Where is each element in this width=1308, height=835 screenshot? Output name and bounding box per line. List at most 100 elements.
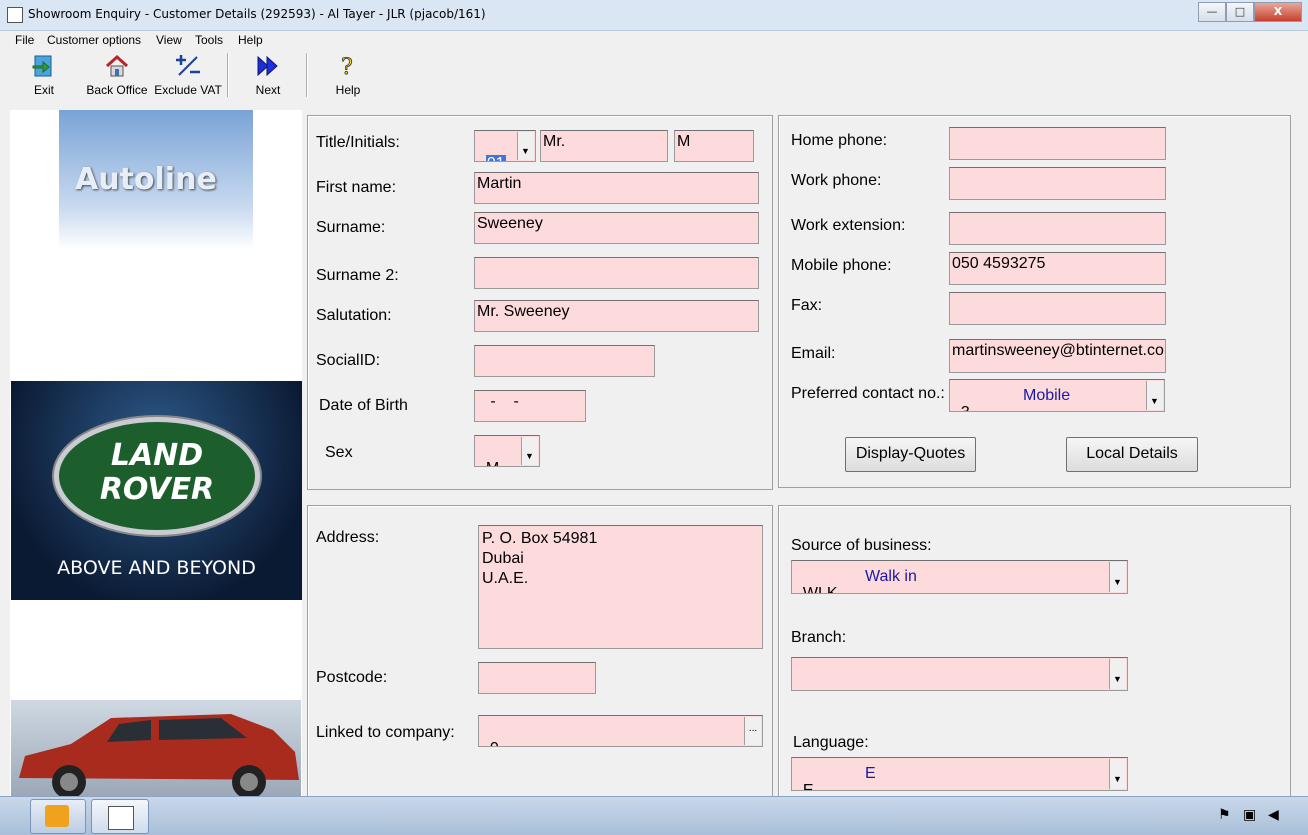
local-details-button[interactable]: Local Details — [1066, 437, 1198, 472]
dob-field[interactable]: - - — [474, 390, 586, 422]
surname2-label: Surname 2: — [316, 267, 399, 284]
work-extension-field[interactable] — [949, 212, 1166, 245]
work-extension-label: Work extension: — [791, 217, 906, 234]
land-rover-logo: LAND ROVER — [54, 417, 260, 535]
email-field[interactable]: martinsweeney@btinternet.com — [949, 339, 1166, 373]
land-rover-banner: LAND ROVER ABOVE AND BEYOND — [11, 381, 302, 600]
mobile-phone-field[interactable]: 050 4593275 — [949, 252, 1166, 285]
car-image — [11, 700, 301, 800]
work-phone-label: Work phone: — [791, 172, 882, 189]
first-name-label: First name: — [316, 179, 397, 196]
toolbar: Exit Back Office Exclude VAT Next ? Help — [0, 49, 1308, 101]
next-label: Next — [255, 83, 281, 97]
initials-field[interactable]: M — [674, 130, 754, 162]
menu-customer-options[interactable]: Customer options — [47, 33, 141, 47]
title-label: Title/Initials: — [316, 134, 400, 151]
surname-field[interactable]: Sweeney — [474, 212, 759, 244]
mobile-phone-label: Mobile phone: — [791, 257, 892, 274]
volume-icon[interactable]: ◀ — [1268, 807, 1279, 823]
exclude-vat-label: Exclude VAT — [154, 83, 222, 97]
title-field[interactable]: Mr. — [540, 130, 668, 162]
window-app-icon — [108, 806, 134, 830]
taskbar: ⚑ ▣ ◀ — [0, 796, 1308, 835]
title-bar: Showroom Enquiry - Customer Details (292… — [0, 0, 1308, 31]
language-select[interactable]: EE — [791, 757, 1128, 791]
menu-view[interactable]: View — [156, 33, 182, 47]
menu-file[interactable]: File — [15, 33, 34, 47]
address-line: P. O. Box 54981 — [482, 530, 598, 547]
menu-tools[interactable]: Tools — [195, 33, 223, 47]
work-phone-field[interactable] — [949, 167, 1166, 200]
outlook-icon — [45, 805, 69, 827]
social-id-field[interactable] — [474, 345, 655, 377]
chevron-down-icon[interactable] — [1109, 562, 1126, 593]
app-icon — [7, 7, 23, 23]
question-mark-icon: ? — [341, 55, 354, 79]
outlook-taskbar-button[interactable] — [30, 799, 86, 834]
sex-select[interactable]: M — [474, 435, 540, 467]
svg-text:?: ? — [341, 55, 353, 79]
sex-label: Sex — [325, 444, 353, 461]
email-label: Email: — [791, 345, 836, 362]
fast-forward-icon — [257, 55, 278, 77]
source-business-select[interactable]: WLK Walk in — [791, 560, 1128, 594]
tagline: ABOVE AND BEYOND — [57, 557, 256, 579]
showroom-taskbar-button[interactable] — [91, 799, 149, 834]
close-button[interactable]: X — [1254, 2, 1302, 22]
title-code-select[interactable]: 01 — [474, 130, 536, 162]
postcode-label: Postcode: — [316, 669, 388, 686]
chevron-down-icon[interactable] — [1109, 759, 1126, 790]
flag-icon[interactable]: ⚑ — [1218, 807, 1231, 823]
fax-field[interactable] — [949, 292, 1166, 325]
display-quotes-button[interactable]: Display-Quotes — [845, 437, 976, 472]
exit-button[interactable]: Exit — [26, 53, 62, 97]
menu-bar: File Customer options View Tools Help — [0, 31, 1308, 49]
address-textarea[interactable]: P. O. Box 54981 Dubai U.A.E. — [478, 525, 763, 649]
postcode-field[interactable] — [478, 662, 596, 694]
network-icon[interactable]: ▣ — [1243, 807, 1256, 823]
address-label: Address: — [316, 529, 380, 546]
back-office-label: Back Office — [86, 83, 148, 97]
plus-minus-icon — [176, 55, 200, 76]
preferred-contact-label: Preferred contact no.: — [791, 385, 945, 402]
linked-company-field[interactable]: 0 ... — [478, 715, 763, 747]
menu-help[interactable]: Help — [238, 33, 263, 47]
branch-select[interactable] — [791, 657, 1128, 691]
source-business-label: Source of business: — [791, 537, 932, 554]
help-label: Help — [335, 83, 361, 97]
preferred-contact-select[interactable]: 3Mobile — [949, 379, 1165, 412]
salutation-label: Salutation: — [316, 307, 392, 324]
window-title: Showroom Enquiry - Customer Details (292… — [28, 7, 486, 21]
address-line: U.A.E. — [482, 570, 529, 587]
language-label: Language: — [793, 734, 869, 751]
toolbar-separator — [227, 53, 229, 97]
next-button[interactable]: Next — [250, 53, 286, 97]
exit-label: Exit — [33, 83, 54, 97]
exit-icon — [32, 55, 52, 77]
toolbar-separator — [306, 53, 308, 97]
chevron-down-icon[interactable] — [517, 132, 534, 161]
surname-label: Surname: — [316, 219, 386, 236]
branding-panel: Autoline LAND ROVER ABOVE AND BEYOND — [10, 110, 302, 800]
chevron-down-icon[interactable] — [1146, 381, 1163, 411]
chevron-down-icon[interactable] — [1109, 659, 1126, 690]
maximize-button[interactable]: □ — [1226, 2, 1254, 22]
salutation-field[interactable]: Mr. Sweeney — [474, 300, 759, 332]
dob-label: Date of Birth — [319, 397, 408, 414]
car-illustration — [19, 714, 299, 799]
social-id-label: SocialID: — [316, 352, 381, 369]
chevron-down-icon[interactable] — [521, 437, 538, 466]
minimize-button[interactable]: — — [1198, 2, 1226, 22]
surname2-field[interactable] — [474, 257, 759, 289]
first-name-field[interactable]: Martin — [474, 172, 759, 204]
help-button[interactable]: ? Help — [330, 53, 366, 97]
fax-label: Fax: — [791, 297, 823, 314]
home-phone-field[interactable] — [949, 127, 1166, 160]
exclude-vat-button[interactable]: Exclude VAT — [154, 53, 222, 97]
home-phone-label: Home phone: — [791, 132, 888, 149]
autoline-logo: Autoline — [59, 110, 253, 250]
branch-label: Branch: — [791, 629, 847, 646]
browse-button[interactable]: ... — [744, 717, 761, 745]
house-icon — [105, 54, 129, 77]
back-office-button[interactable]: Back Office — [84, 53, 150, 97]
